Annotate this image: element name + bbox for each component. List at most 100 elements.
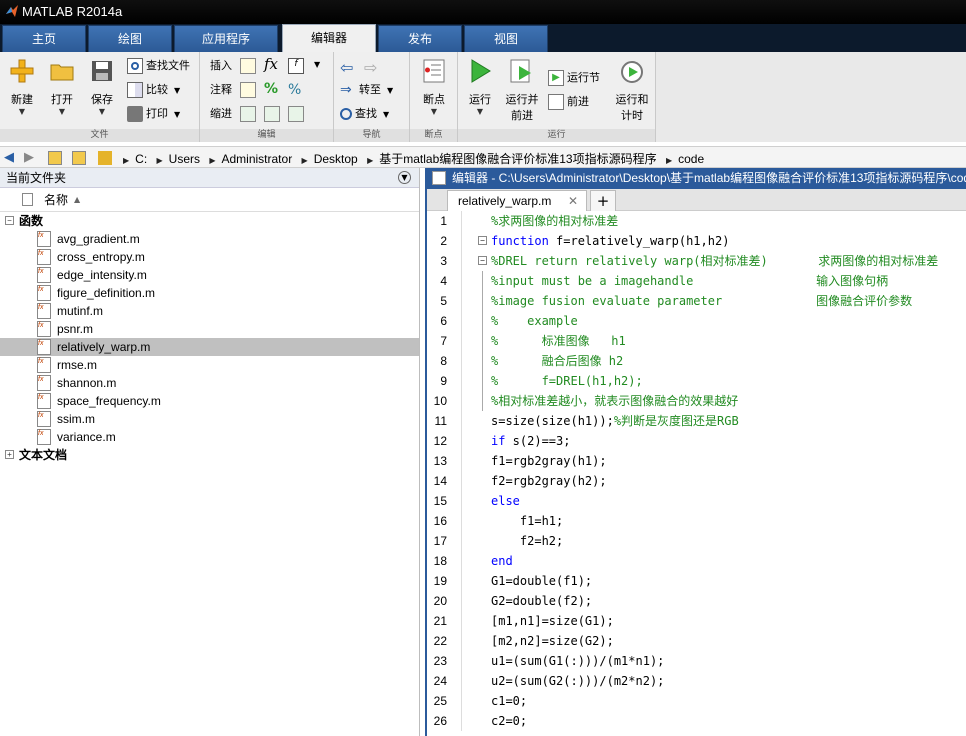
run-dropdown-icon[interactable]: ▼ [460, 107, 500, 117]
code-area[interactable]: 1 %求两图像的相对标准差 2 − function f=relatively_warp… [427, 211, 966, 731]
code-line[interactable]: 6 % example [427, 311, 966, 331]
insert-function-icon[interactable]: f [288, 58, 304, 74]
indent-button[interactable]: 缩进 [210, 104, 232, 124]
increase-indent-icon[interactable] [264, 106, 280, 122]
panel-menu-icon[interactable]: ▼ [398, 171, 411, 184]
code-line[interactable]: 13 f1=rgb2gray(h1); [427, 451, 966, 471]
code-line[interactable]: 11 s=size(size(h1));%判断是灰度图还是RGB [427, 411, 966, 431]
file-item[interactable]: fx shannon.m [0, 374, 419, 392]
code-line[interactable]: 22 [m2,n2]=size(G2); [427, 631, 966, 651]
code-line[interactable]: 9 % f=DREL(h1,h2); [427, 371, 966, 391]
code-line[interactable]: 18 end [427, 551, 966, 571]
open-button[interactable]: 打开 ▼ [42, 56, 82, 117]
name-column-label[interactable]: 名称 [44, 188, 68, 212]
smart-indent-icon[interactable] [240, 106, 256, 122]
tab-editor[interactable]: 编辑器 [282, 24, 376, 52]
group-text-documents[interactable]: + 文本文档 [0, 446, 419, 464]
file-item[interactable]: fx variance.m [0, 428, 419, 446]
find-dropdown-icon[interactable]: ▼ [383, 110, 389, 119]
code-line[interactable]: 7 % 标准图像 h1 [427, 331, 966, 351]
crumb-administrator[interactable]: Administrator [222, 152, 293, 166]
code-line[interactable]: 1 %求两图像的相对标准差 [427, 211, 966, 231]
code-line[interactable]: 17 f2=h2; [427, 531, 966, 551]
close-icon[interactable]: ✕ [568, 191, 578, 211]
insert-section-icon[interactable] [240, 58, 256, 74]
code-line[interactable]: 3 − %DREL return relatively warp(相对标准差) 求两… [427, 251, 966, 271]
back-arrow-icon[interactable]: ⇦ [340, 58, 353, 77]
up-folder-icon[interactable] [48, 151, 62, 165]
goto-dropdown-icon[interactable]: ▼ [387, 86, 393, 95]
insert-dropdown-icon[interactable]: ▼ [314, 60, 320, 69]
comment-button[interactable]: 注释 [210, 80, 232, 100]
file-item[interactable]: fx mutinf.m [0, 302, 419, 320]
file-item[interactable]: fx space_frequency.m [0, 392, 419, 410]
file-item[interactable]: fx avg_gradient.m [0, 230, 419, 248]
file-item[interactable]: fx ssim.m [0, 410, 419, 428]
percent-comment-icon[interactable]: % [264, 81, 278, 97]
file-item[interactable]: fx edge_intensity.m [0, 266, 419, 284]
breakpoints-button[interactable]: 断点 ▼ [414, 56, 454, 117]
new-button[interactable]: 新建 ▼ [2, 56, 42, 117]
column-header[interactable]: 名称 ▲ [0, 188, 419, 212]
back-icon[interactable]: ◀ [4, 150, 14, 165]
tab-publish[interactable]: 发布 [378, 25, 462, 52]
file-item[interactable]: fx rmse.m [0, 356, 419, 374]
open-dropdown-icon[interactable]: ▼ [42, 107, 82, 117]
editor-file-tab[interactable]: relatively_warp.m ✕ [447, 190, 587, 211]
code-line[interactable]: 26 c2=0; [427, 711, 966, 731]
new-tab-icon[interactable]: + [590, 190, 616, 211]
browse-folder-icon[interactable] [72, 151, 86, 165]
compare-button[interactable]: 比较 ▼ [127, 80, 180, 100]
find-files-button[interactable]: 查找文件 [127, 56, 190, 76]
crumb-desktop[interactable]: Desktop [314, 152, 358, 166]
decrease-indent-icon[interactable] [288, 106, 304, 122]
file-item[interactable]: fx cross_entropy.m [0, 248, 419, 266]
run-button[interactable]: 运行 ▼ [460, 56, 500, 117]
code-line[interactable]: 14 f2=rgb2gray(h2); [427, 471, 966, 491]
insert-button[interactable]: 插入 [210, 56, 232, 76]
find-button[interactable]: 查找 ▼ [340, 104, 389, 124]
crumb-code[interactable]: code [678, 152, 704, 166]
run-and-time-button[interactable]: 运行和 计时 [612, 56, 652, 123]
breadcrumb[interactable]: ▶ C: ▶ Users ▶ Administrator ▶ Desktop ▶ 基于ma… [117, 150, 704, 167]
tab-plots[interactable]: 绘图 [88, 25, 172, 52]
expand-icon[interactable]: + [5, 450, 14, 459]
crumb-drive[interactable]: C: [135, 152, 147, 166]
goto-button[interactable]: ⇒ 转至 ▼ [340, 80, 393, 100]
code-line[interactable]: 21 [m1,n1]=size(G1); [427, 611, 966, 631]
fx-icon[interactable]: fx [264, 55, 278, 73]
crumb-users[interactable]: Users [169, 152, 200, 166]
code-line[interactable]: 23 u1=(sum(G1(:)))/(m1*n1); [427, 651, 966, 671]
crumb-project[interactable]: 基于matlab编程图像融合评价标准13项指标源码程序 [379, 152, 656, 166]
code-line[interactable]: 20 G2=double(f2); [427, 591, 966, 611]
code-line[interactable]: 25 c1=0; [427, 691, 966, 711]
tab-home[interactable]: 主页 [2, 25, 86, 52]
code-line[interactable]: 15 else [427, 491, 966, 511]
save-button[interactable]: 保存 ▼ [82, 56, 122, 117]
file-item[interactable]: fx figure_definition.m [0, 284, 419, 302]
group-functions[interactable]: − 函数 [0, 212, 419, 230]
breakpoints-dropdown-icon[interactable]: ▼ [414, 107, 454, 117]
new-dropdown-icon[interactable]: ▼ [2, 107, 42, 117]
compare-dropdown-icon[interactable]: ▼ [174, 86, 180, 95]
fold-toggle-icon[interactable]: − [478, 236, 487, 245]
code-line[interactable]: 16 f1=h1; [427, 511, 966, 531]
fold-toggle-icon[interactable]: − [478, 256, 487, 265]
print-dropdown-icon[interactable]: ▼ [174, 110, 180, 119]
code-line[interactable]: 10 %相对标准差越小，就表示图像融合的效果越好 [427, 391, 966, 411]
tab-apps[interactable]: 应用程序 [174, 25, 278, 52]
comment-icon[interactable] [240, 82, 256, 98]
code-line[interactable]: 8 % 融合后图像 h2 [427, 351, 966, 371]
run-and-advance-button[interactable]: 运行并 前进 [502, 56, 542, 123]
code-line[interactable]: 12 if s(2)==3; [427, 431, 966, 451]
print-button[interactable]: 打印 ▼ [127, 104, 180, 124]
tab-view[interactable]: 视图 [464, 25, 548, 52]
code-line[interactable]: 4 %input must be a imagehandle 输入图像句柄 [427, 271, 966, 291]
code-line[interactable]: 5 %image fusion evaluate parameter 图像融合评价… [427, 291, 966, 311]
forward-arrow-icon[interactable]: ⇨ [364, 58, 377, 77]
code-line[interactable]: 19 G1=double(f1); [427, 571, 966, 591]
code-line[interactable]: 24 u2=(sum(G2(:)))/(m2*n2); [427, 671, 966, 691]
advance-button[interactable]: 前进 [548, 92, 589, 112]
code-line[interactable]: 2 − function f=relatively_warp(h1,h2) [427, 231, 966, 251]
collapse-icon[interactable]: − [5, 216, 14, 225]
